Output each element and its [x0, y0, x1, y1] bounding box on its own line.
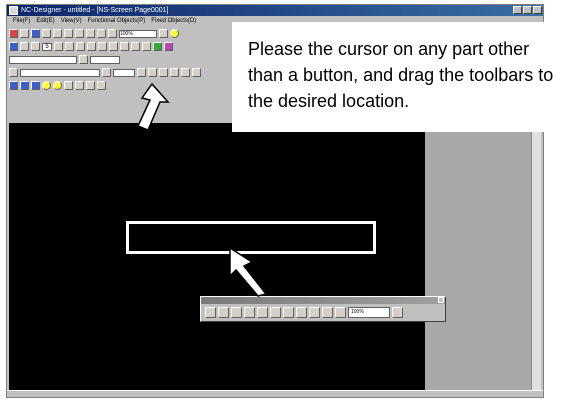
floating-toolbar[interactable]: 100%: [200, 296, 446, 322]
screen-button[interactable]: [9, 42, 18, 51]
vertical-scrollbar[interactable]: [531, 123, 541, 391]
select-tool-button[interactable]: [9, 81, 18, 90]
arrow-to-toolbar-icon: [136, 82, 170, 131]
instruction-callout: Please the cursor on any part other than…: [232, 22, 562, 132]
label-field[interactable]: [90, 55, 120, 64]
snap-button[interactable]: [75, 81, 84, 90]
polyline-button[interactable]: [87, 42, 96, 51]
text-button[interactable]: [109, 42, 118, 51]
polygon-button[interactable]: [98, 42, 107, 51]
menu-fixed-objects[interactable]: Fixed Objects(D): [151, 18, 196, 24]
close-button[interactable]: [533, 6, 542, 14]
page-button[interactable]: [31, 42, 40, 51]
bold-button[interactable]: [137, 68, 146, 77]
open-button[interactable]: [20, 29, 29, 38]
app-icon: [9, 6, 18, 15]
paste-button[interactable]: [64, 29, 73, 38]
zoom-in-button[interactable]: [322, 307, 333, 318]
font-dropdown-button[interactable]: [102, 68, 111, 77]
rectangle-button[interactable]: [65, 42, 74, 51]
underline-button[interactable]: [159, 68, 168, 77]
floating-toolbar-titlebar[interactable]: [201, 297, 445, 304]
address-dropdown-button[interactable]: [79, 55, 88, 64]
cut-button[interactable]: [244, 307, 255, 318]
toolbar-fields[interactable]: [9, 54, 120, 65]
zoom-out-button[interactable]: [335, 307, 346, 318]
pen-button[interactable]: [86, 81, 95, 90]
menu-functional-objects[interactable]: Functional Objects(P): [88, 18, 146, 24]
graph-button[interactable]: [164, 42, 173, 51]
lamp-button[interactable]: [120, 42, 129, 51]
font-select[interactable]: [20, 68, 100, 77]
screen-canvas[interactable]: [9, 123, 425, 391]
toolbar-objects[interactable]: 5: [9, 41, 173, 52]
align-left-button[interactable]: [170, 68, 179, 77]
redo-button[interactable]: [296, 307, 307, 318]
help-button[interactable]: [170, 29, 179, 38]
callout-text: Please the cursor on any part other than…: [248, 39, 554, 111]
redo-button[interactable]: [86, 29, 95, 38]
copy-button[interactable]: [53, 29, 62, 38]
open-button[interactable]: [218, 307, 229, 318]
italic-button[interactable]: [148, 68, 157, 77]
circle-button[interactable]: [76, 42, 85, 51]
align-button[interactable]: [108, 29, 117, 38]
window-controls: [513, 6, 542, 14]
zoom-dropdown-button[interactable]: [159, 29, 168, 38]
page-number-field[interactable]: 5: [42, 42, 52, 51]
fixed-object-button[interactable]: [20, 81, 29, 90]
switch-button[interactable]: [131, 42, 140, 51]
window-titlebar[interactable]: NC-Designer - untitled - [NS-Screen Page…: [7, 5, 543, 16]
paste-button[interactable]: [270, 307, 281, 318]
window-title: NC-Designer - untitled - [NS-Screen Page…: [21, 7, 169, 14]
save-button[interactable]: [231, 307, 242, 318]
align-center-button[interactable]: [181, 68, 190, 77]
cut-button[interactable]: [42, 29, 51, 38]
undo-button[interactable]: [283, 307, 294, 318]
menu-view[interactable]: View(V): [61, 18, 82, 24]
maximize-button[interactable]: [523, 6, 532, 14]
fill-button[interactable]: [97, 81, 106, 90]
menu-edit[interactable]: Edit(E): [36, 18, 54, 24]
menu-file[interactable]: File(F): [13, 18, 30, 24]
help-button[interactable]: [392, 307, 403, 318]
toolbar-standard[interactable]: 100%: [9, 28, 179, 39]
address-field[interactable]: [9, 55, 77, 64]
font-size-select[interactable]: [113, 68, 135, 77]
line-button[interactable]: [54, 42, 63, 51]
close-icon[interactable]: [438, 297, 444, 303]
functional-object-button[interactable]: [31, 81, 40, 90]
undo-button[interactable]: [75, 29, 84, 38]
bitmap-button[interactable]: [153, 42, 162, 51]
print-button[interactable]: [97, 29, 106, 38]
numeral-button[interactable]: [142, 42, 151, 51]
new-file-button[interactable]: [205, 307, 216, 318]
font-button[interactable]: [9, 68, 18, 77]
toolbar-drawing[interactable]: [9, 80, 106, 91]
workspace-gray-area: [425, 123, 531, 391]
floating-toolbar-buttons: 100%: [201, 304, 445, 321]
toolbar-format[interactable]: [9, 67, 201, 78]
save-button[interactable]: [31, 29, 40, 38]
zoom-select[interactable]: 100%: [119, 29, 157, 38]
grid-button[interactable]: [64, 81, 73, 90]
minimize-button[interactable]: [513, 6, 522, 14]
print-button[interactable]: [309, 307, 320, 318]
new-file-button[interactable]: [9, 29, 18, 38]
status-bar: [7, 390, 543, 397]
object-button[interactable]: [20, 42, 29, 51]
zoom-select[interactable]: 100%: [348, 307, 390, 318]
yellow-circle-tool-1[interactable]: [42, 81, 51, 90]
align-right-button[interactable]: [192, 68, 201, 77]
copy-button[interactable]: [257, 307, 268, 318]
arrow-to-canvas-icon: [229, 246, 268, 297]
yellow-circle-tool-2[interactable]: [53, 81, 62, 90]
